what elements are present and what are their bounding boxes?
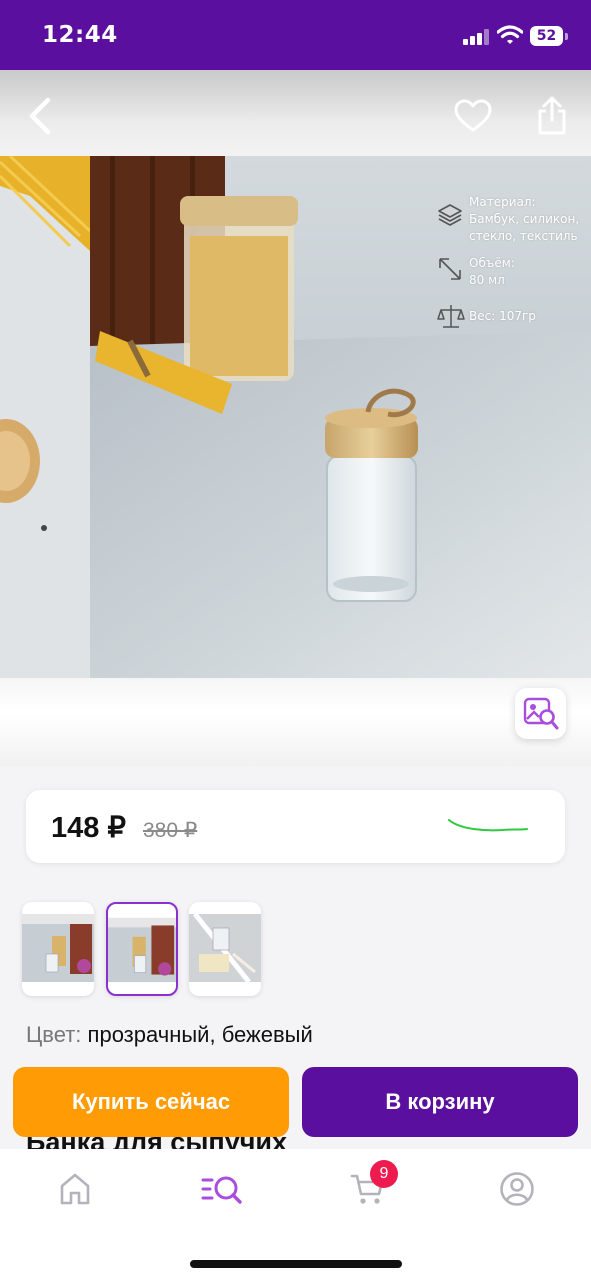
chevron-left-icon — [29, 97, 51, 135]
spec-volume: Объём: 80 мл — [469, 256, 515, 287]
thumbnail-image — [189, 914, 261, 982]
color-attribute: Цвет: прозрачный, бежевый — [26, 1022, 313, 1048]
share-icon — [538, 96, 566, 135]
wifi-icon — [497, 25, 523, 44]
back-button[interactable] — [16, 92, 64, 140]
share-button[interactable] — [528, 92, 576, 140]
buy-now-button[interactable]: Купить сейчас — [13, 1067, 289, 1137]
thumbnail-image — [108, 917, 176, 983]
layers-icon — [438, 204, 462, 226]
header-bar — [0, 70, 591, 158]
thumbnail-image — [22, 914, 94, 982]
nav-profile[interactable] — [493, 1168, 541, 1210]
add-to-cart-button[interactable]: В корзину — [302, 1067, 578, 1137]
catalog-search-icon — [201, 1176, 242, 1204]
nav-catalog[interactable] — [197, 1168, 245, 1210]
status-bar: 12:44 52 — [0, 0, 591, 70]
product-page: 12:44 52 Материал: Бамбук, силикон, стек… — [0, 0, 591, 1280]
thumbnail-1[interactable] — [22, 902, 94, 996]
heart-icon — [454, 99, 492, 132]
cellular-signal-icon — [463, 29, 489, 45]
green-scribble-mark — [448, 819, 528, 832]
old-price: 380 ₽ — [143, 819, 198, 842]
product-image-carousel[interactable]: Материал: Бамбук, силикон, стекло, текст… — [0, 156, 591, 678]
color-value: прозрачный, бежевый — [87, 1022, 313, 1047]
battery-icon: 52 — [530, 26, 568, 46]
scales-icon — [437, 305, 465, 328]
volume-icon — [439, 258, 461, 280]
spec-material: Материал: Бамбук, силикон, стекло, текст… — [469, 195, 580, 243]
home-indicator — [190, 1260, 402, 1268]
price-card: 148 ₽ 380 ₽ — [26, 790, 565, 863]
color-label: Цвет: — [26, 1022, 82, 1047]
thumbnail-2[interactable] — [106, 902, 178, 996]
home-icon — [60, 1173, 90, 1205]
thumbnail-3[interactable] — [189, 902, 261, 996]
image-footer — [0, 678, 591, 766]
status-time: 12:44 — [42, 22, 118, 48]
nav-home[interactable] — [51, 1168, 99, 1210]
cart-count-badge: 9 — [370, 1160, 398, 1188]
favorite-button[interactable] — [449, 92, 497, 140]
spec-weight: Вес: 107гр — [469, 309, 536, 323]
battery-level: 52 — [530, 26, 563, 46]
current-price: 148 ₽ — [51, 812, 126, 844]
profile-icon — [500, 1172, 534, 1206]
image-search-icon — [523, 697, 558, 729]
image-search-button[interactable] — [515, 688, 566, 739]
